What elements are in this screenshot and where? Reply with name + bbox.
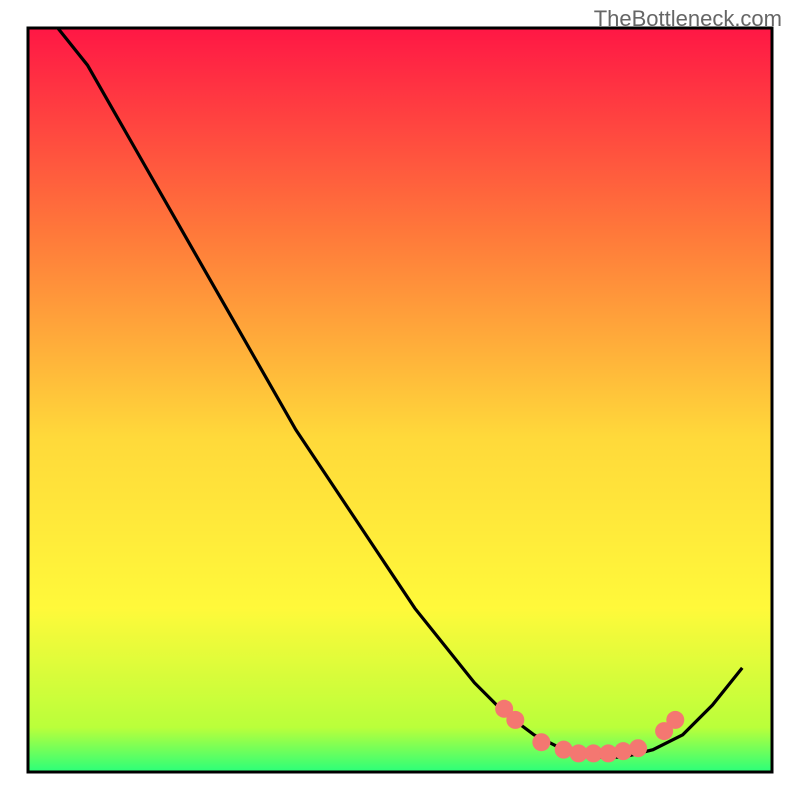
curve-marker (614, 742, 632, 760)
curve-marker (666, 711, 684, 729)
curve-marker (532, 733, 550, 751)
curve-marker (506, 711, 524, 729)
chart-svg (0, 0, 800, 800)
curve-marker (629, 739, 647, 757)
watermark-text: TheBottleneck.com (594, 6, 782, 32)
gradient-background (28, 28, 772, 772)
plot-area (28, 28, 772, 772)
bottleneck-chart: TheBottleneck.com (0, 0, 800, 800)
